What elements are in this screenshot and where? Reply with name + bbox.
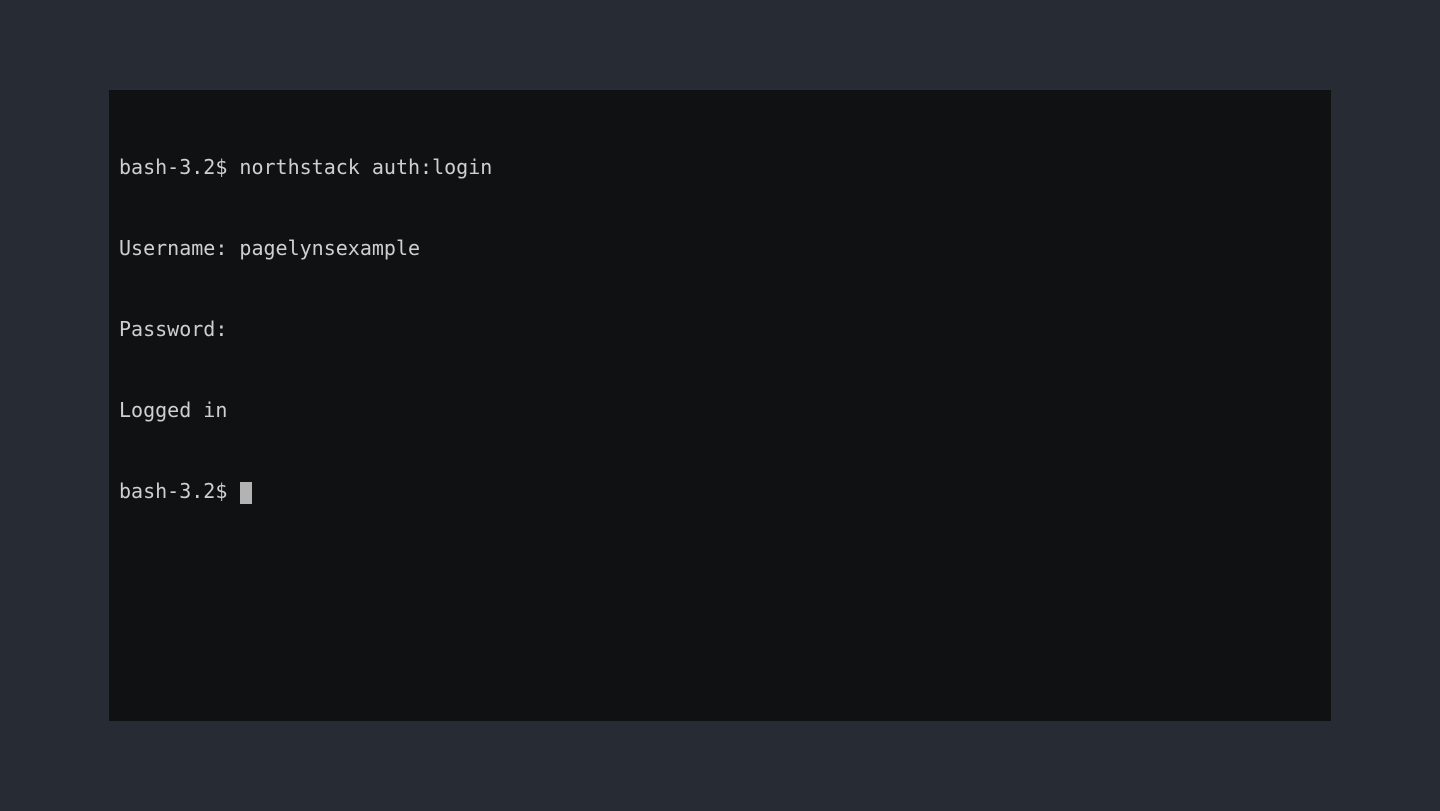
terminal-line: Username: pagelynsexample [119, 235, 1321, 262]
output-text: Logged in [119, 398, 227, 422]
terminal-line: bash-3.2$ [119, 478, 1321, 505]
terminal-line: Logged in [119, 397, 1321, 424]
terminal-line: bash-3.2$ northstack auth:login [119, 154, 1321, 181]
output-text: Password: [119, 317, 227, 341]
terminal-window[interactable]: bash-3.2$ northstack auth:login Username… [109, 90, 1331, 721]
command-text: northstack auth:login [239, 155, 492, 179]
cursor-icon [240, 482, 252, 504]
shell-prompt: bash-3.2$ [119, 479, 239, 503]
output-text: Username: pagelynsexample [119, 236, 420, 260]
terminal-line: Password: [119, 316, 1321, 343]
shell-prompt: bash-3.2$ [119, 155, 239, 179]
